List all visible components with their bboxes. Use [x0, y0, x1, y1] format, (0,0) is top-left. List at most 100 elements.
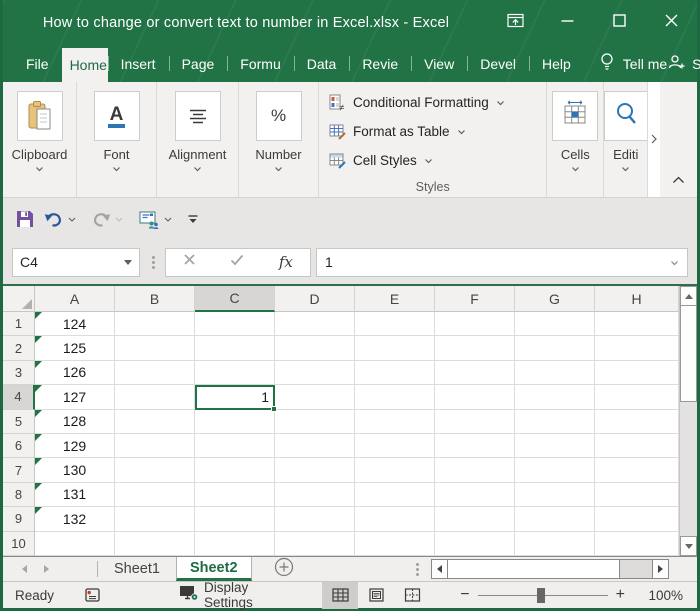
- page-layout-view-button[interactable]: [358, 582, 394, 609]
- minimize-button[interactable]: [541, 0, 593, 45]
- share-button[interactable]: Share: [667, 45, 700, 82]
- previous-sheet-button[interactable]: [13, 557, 35, 581]
- zoom-out-button[interactable]: −: [452, 586, 477, 604]
- cell-C6[interactable]: [195, 433, 275, 459]
- horizontal-scroll-thumb[interactable]: [448, 559, 620, 579]
- cell-G1[interactable]: [515, 312, 595, 337]
- cell-F5[interactable]: [435, 409, 515, 434]
- cell-C9[interactable]: [195, 507, 275, 532]
- cell-H5[interactable]: [595, 409, 679, 434]
- chevron-down-icon[interactable]: [68, 217, 76, 222]
- font-group[interactable]: A Font: [77, 82, 157, 197]
- cell-G5[interactable]: [515, 409, 595, 434]
- tab-help[interactable]: Help: [529, 45, 584, 82]
- cell-F8[interactable]: [435, 482, 515, 508]
- cell-D2[interactable]: [275, 336, 355, 361]
- cell-D7[interactable]: [275, 458, 355, 483]
- cell-B6[interactable]: [115, 433, 195, 459]
- ribbon-item-format-as-table[interactable]: Format as Table: [329, 117, 546, 146]
- cell-C3[interactable]: [195, 360, 275, 386]
- customize-quick-access-button[interactable]: [187, 214, 199, 225]
- display-settings-button[interactable]: Display Settings: [179, 580, 284, 610]
- tab-data[interactable]: Data: [293, 45, 350, 82]
- zoom-slider[interactable]: [477, 587, 608, 603]
- cell-H2[interactable]: [595, 336, 679, 361]
- cell-F3[interactable]: [435, 360, 515, 386]
- share-workbook-button[interactable]: [138, 210, 178, 229]
- horizontal-scrollbar[interactable]: [431, 559, 669, 579]
- cell-C8[interactable]: [195, 482, 275, 508]
- new-sheet-button[interactable]: [274, 557, 294, 581]
- tab-home[interactable]: Home: [61, 48, 108, 82]
- cell-G10[interactable]: [515, 531, 595, 556]
- vertical-scrollbar[interactable]: [679, 286, 697, 556]
- cell-G7[interactable]: [515, 458, 595, 483]
- cell-D8[interactable]: [275, 482, 355, 508]
- chevron-down-icon[interactable]: [115, 217, 123, 222]
- cell-F6[interactable]: [435, 433, 515, 459]
- cell-B1[interactable]: [115, 312, 195, 337]
- cell-C1[interactable]: [195, 312, 275, 337]
- cell-H8[interactable]: [595, 482, 679, 508]
- save-button[interactable]: [15, 209, 35, 229]
- tab-view[interactable]: View: [411, 45, 467, 82]
- cell-C7[interactable]: [195, 458, 275, 483]
- cell-E1[interactable]: [355, 312, 435, 337]
- cell-A9[interactable]: 132: [35, 507, 115, 532]
- name-box-dropdown-icon[interactable]: [124, 259, 132, 265]
- cell-H7[interactable]: [595, 458, 679, 483]
- cell-G2[interactable]: [515, 336, 595, 361]
- enter-icon[interactable]: [230, 253, 244, 271]
- tab-bar-grip[interactable]: [416, 557, 419, 581]
- number-group[interactable]: % Number: [239, 82, 319, 197]
- cell-A10[interactable]: [35, 531, 115, 556]
- cells-button[interactable]: [552, 91, 599, 141]
- row-header-8[interactable]: 8: [3, 482, 35, 508]
- cell-A3[interactable]: 126: [35, 360, 115, 386]
- cell-F10[interactable]: [435, 531, 515, 556]
- cell-C10[interactable]: [195, 531, 275, 556]
- clipboard-button[interactable]: [16, 91, 63, 141]
- normal-view-button[interactable]: [322, 581, 359, 609]
- name-box-input[interactable]: [20, 254, 124, 270]
- cell-G6[interactable]: [515, 433, 595, 459]
- clipboard-group[interactable]: Clipboard: [3, 82, 77, 197]
- tab-page[interactable]: Page: [168, 45, 228, 82]
- vertical-scroll-thumb[interactable]: [680, 306, 697, 402]
- cell-B3[interactable]: [115, 360, 195, 386]
- cell-E4[interactable]: [355, 385, 435, 410]
- cell-A7[interactable]: 130: [35, 458, 115, 483]
- fill-handle[interactable]: [271, 405, 277, 412]
- row-header-5[interactable]: 5: [3, 409, 35, 434]
- cell-A4[interactable]: 127: [35, 385, 115, 410]
- scroll-left-button[interactable]: [431, 559, 448, 579]
- expand-formula-bar-icon[interactable]: [670, 253, 679, 271]
- cell-H4[interactable]: [595, 385, 679, 410]
- ribbon-item-cell-styles[interactable]: Cell Styles: [329, 146, 546, 175]
- alignment-button[interactable]: [174, 91, 221, 141]
- cell-B7[interactable]: [115, 458, 195, 483]
- tab-devel[interactable]: Devel: [467, 45, 529, 82]
- undo-button[interactable]: [44, 211, 82, 228]
- redo-button[interactable]: [91, 211, 129, 228]
- scroll-right-button[interactable]: [652, 559, 669, 579]
- ribbon-display-options-button[interactable]: [489, 0, 541, 45]
- next-sheet-button[interactable]: [35, 557, 57, 581]
- row-header-9[interactable]: 9: [3, 507, 35, 532]
- cell-D6[interactable]: [275, 433, 355, 459]
- editing-group[interactable]: Editi: [604, 82, 648, 197]
- number-button[interactable]: %: [255, 91, 302, 141]
- row-header-6[interactable]: 6: [3, 433, 35, 459]
- row-header-1[interactable]: 1: [3, 312, 35, 337]
- column-header-B[interactable]: B: [115, 286, 195, 312]
- cell-F9[interactable]: [435, 507, 515, 532]
- cell-D4[interactable]: [275, 385, 355, 410]
- cell-E8[interactable]: [355, 482, 435, 508]
- formula-input[interactable]: [325, 254, 670, 270]
- cell-F7[interactable]: [435, 458, 515, 483]
- scroll-up-button[interactable]: [680, 286, 697, 306]
- cell-B2[interactable]: [115, 336, 195, 361]
- column-header-F[interactable]: F: [435, 286, 515, 312]
- sheet-tab-sheet1[interactable]: Sheet1: [98, 557, 176, 581]
- close-button[interactable]: [645, 0, 697, 45]
